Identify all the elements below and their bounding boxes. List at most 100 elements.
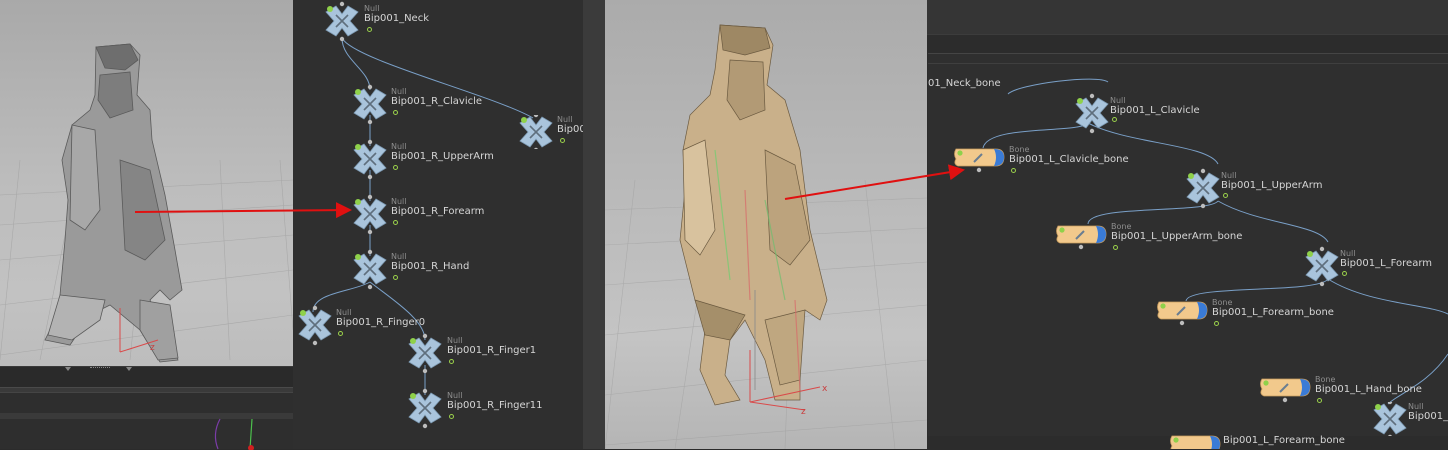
node-type-label: Null: [391, 142, 407, 151]
node-type-label: Bone: [1315, 375, 1336, 384]
node-type-label: Null: [447, 391, 463, 400]
node-name-label: Bip001_L_Forearm_bone: [1223, 435, 1345, 446]
node-bip001-l-forearm-bone[interactable]: Bone Bip001_L_Forearm_bone: [1155, 298, 1335, 332]
splitter-grip-icon[interactable]: [90, 367, 110, 371]
null-node-icon: [408, 388, 442, 429]
display-flag-icon[interactable]: [1112, 117, 1117, 122]
axis-z-label-2: z: [801, 407, 806, 417]
display-flag-icon[interactable]: [1214, 321, 1219, 326]
display-flag-icon[interactable]: [338, 331, 343, 336]
node-type-label: Bone: [1111, 222, 1132, 231]
viewport-left-timeline[interactable]: [0, 367, 293, 388]
node-type-label: Null: [391, 87, 407, 96]
node-bip001-r-finger1[interactable]: Null Bip001_R_Finger1: [405, 333, 555, 374]
node-bip00-offscreen[interactable]: Null Bip00: [516, 115, 583, 149]
display-flag-icon[interactable]: [393, 110, 398, 115]
pane-divider[interactable]: [583, 0, 605, 449]
null-node-icon: [325, 1, 359, 42]
display-flag-icon[interactable]: [449, 414, 454, 419]
null-node-icon: [353, 84, 387, 125]
viewport-left-scene: z: [0, 43, 293, 363]
axis-z-label: z: [150, 343, 155, 353]
null-node-icon: [298, 305, 332, 346]
node-type-label: Null: [1110, 96, 1126, 105]
bone-node-icon: [1260, 378, 1311, 403]
display-flag-icon[interactable]: [1317, 398, 1322, 403]
node-bip001-neck[interactable]: Null Bip001_Neck: [322, 1, 442, 42]
null-node-icon: [408, 333, 442, 374]
bone-node-icon: [1157, 301, 1208, 326]
display-flag-icon[interactable]: [393, 165, 398, 170]
node-type-label: Null: [447, 336, 463, 345]
node-type-label: Null: [364, 4, 380, 13]
node-type-label: Null: [557, 115, 573, 124]
node-neck-bone-partial[interactable]: 01_Neck_bone: [928, 78, 1001, 90]
display-flag-icon[interactable]: [1011, 168, 1016, 173]
null-node-icon: [1186, 168, 1220, 209]
network-editor-right-header: [927, 0, 1448, 34]
node-name-label: Bip001_R_Finger1: [447, 345, 537, 356]
null-node-icon: [353, 249, 387, 290]
node-name-label: Bip001_R_Finger0: [336, 317, 426, 328]
node-name-label: Bip001_R_UpperArm: [391, 151, 494, 162]
node-type-label: Null: [336, 308, 352, 317]
node-bip001-r-hand[interactable]: Null Bip001_R_Hand: [350, 249, 500, 290]
null-node-icon: [519, 115, 553, 149]
display-flag-icon[interactable]: [1223, 193, 1228, 198]
node-bip001-l-upperarm[interactable]: Null Bip001_L_UpperArm: [1183, 168, 1323, 209]
node-name-label: Bip001_L_UpperArm: [1221, 180, 1323, 191]
node-name-label: Bip001_L_Hand_bone: [1315, 384, 1422, 395]
viewport-left[interactable]: z: [0, 0, 293, 419]
null-node-icon: [353, 194, 387, 235]
viewport-right[interactable]: x z: [605, 0, 927, 449]
display-flag-icon[interactable]: [393, 275, 398, 280]
node-bip001-l-forearm[interactable]: Null Bip001_L_Forearm: [1302, 246, 1448, 287]
null-node-icon: [1075, 93, 1109, 134]
node-name-label: Bip001_L_Clavicle_bone: [1009, 154, 1129, 165]
null-node-icon: [1373, 402, 1407, 436]
node-type-label: Bone: [1009, 145, 1030, 154]
axis-x-label: x: [822, 384, 828, 394]
display-flag-icon[interactable]: [449, 359, 454, 364]
node-name-label: Bip001_L_Forearm_bone: [1212, 307, 1334, 318]
character-mesh-textured: [679, 24, 828, 406]
character-mesh-gray: [44, 43, 183, 363]
node-name-label: Bip001_R_Clavicle: [391, 96, 483, 107]
node-bip001-r-upperarm[interactable]: Null Bip001_R_UpperArm: [350, 139, 500, 180]
node-bip001-r-clavicle[interactable]: Null Bip001_R_Clavicle: [350, 84, 490, 125]
node-name-label: Bip001_L_UpperArm_bone: [1111, 231, 1243, 242]
node-name-label: Bip001_: [1408, 411, 1448, 422]
viewport-right-scene: x z: [605, 24, 927, 449]
node-type-label: Null: [1340, 249, 1356, 258]
axis-z-line-2: [749, 401, 806, 411]
display-flag-icon[interactable]: [393, 220, 398, 225]
node-bip001-l-hand-partial[interactable]: Null Bip001_: [1370, 402, 1448, 436]
node-bip001-l-clavicle[interactable]: Null Bip001_L_Clavicle: [1072, 93, 1212, 134]
null-node-icon: [1305, 246, 1339, 287]
node-name-label: Bip001_L_Clavicle: [1110, 105, 1200, 116]
bone-node-icon: [954, 148, 1005, 173]
node-name-label: Bip001_R_Finger11: [447, 400, 543, 411]
node-bip001-l-forearm-bone-lower[interactable]: Bip001_L_Forearm_bone: [1168, 434, 1368, 449]
resize-handle-icon[interactable]: [65, 367, 71, 371]
resize-handle-icon-2[interactable]: [126, 367, 132, 371]
node-bip001-l-clavicle-bone[interactable]: Bone Bip001_L_Clavicle_bone: [952, 145, 1129, 179]
viewport-left-playbar[interactable]: [0, 392, 293, 413]
viewport-left-lower-area: [0, 418, 293, 450]
node-name-label: Bip001_Neck: [364, 13, 429, 24]
node-name-label: Bip001_R_Forearm: [391, 206, 485, 217]
node-type-label: Null: [1221, 171, 1237, 180]
node-bip001-r-finger11[interactable]: Null Bip001_R_Finger11: [405, 388, 555, 429]
bone-node-icon: [1170, 435, 1221, 449]
bone-node-icon: [1056, 225, 1107, 250]
node-bip001-r-forearm[interactable]: Null Bip001_R_Forearm: [350, 194, 500, 235]
display-flag-icon[interactable]: [367, 27, 372, 32]
display-flag-icon[interactable]: [1342, 271, 1347, 276]
node-bip001-l-upperarm-bone[interactable]: Bone Bip001_L_UpperArm_bone: [1054, 222, 1242, 256]
null-node-icon: [353, 139, 387, 180]
node-type-label: Bone: [1212, 298, 1233, 307]
node-type-label: Null: [1408, 402, 1424, 411]
display-flag-icon[interactable]: [1113, 245, 1118, 250]
display-flag-icon[interactable]: [560, 138, 565, 143]
node-name-label: Bip00: [557, 124, 583, 135]
